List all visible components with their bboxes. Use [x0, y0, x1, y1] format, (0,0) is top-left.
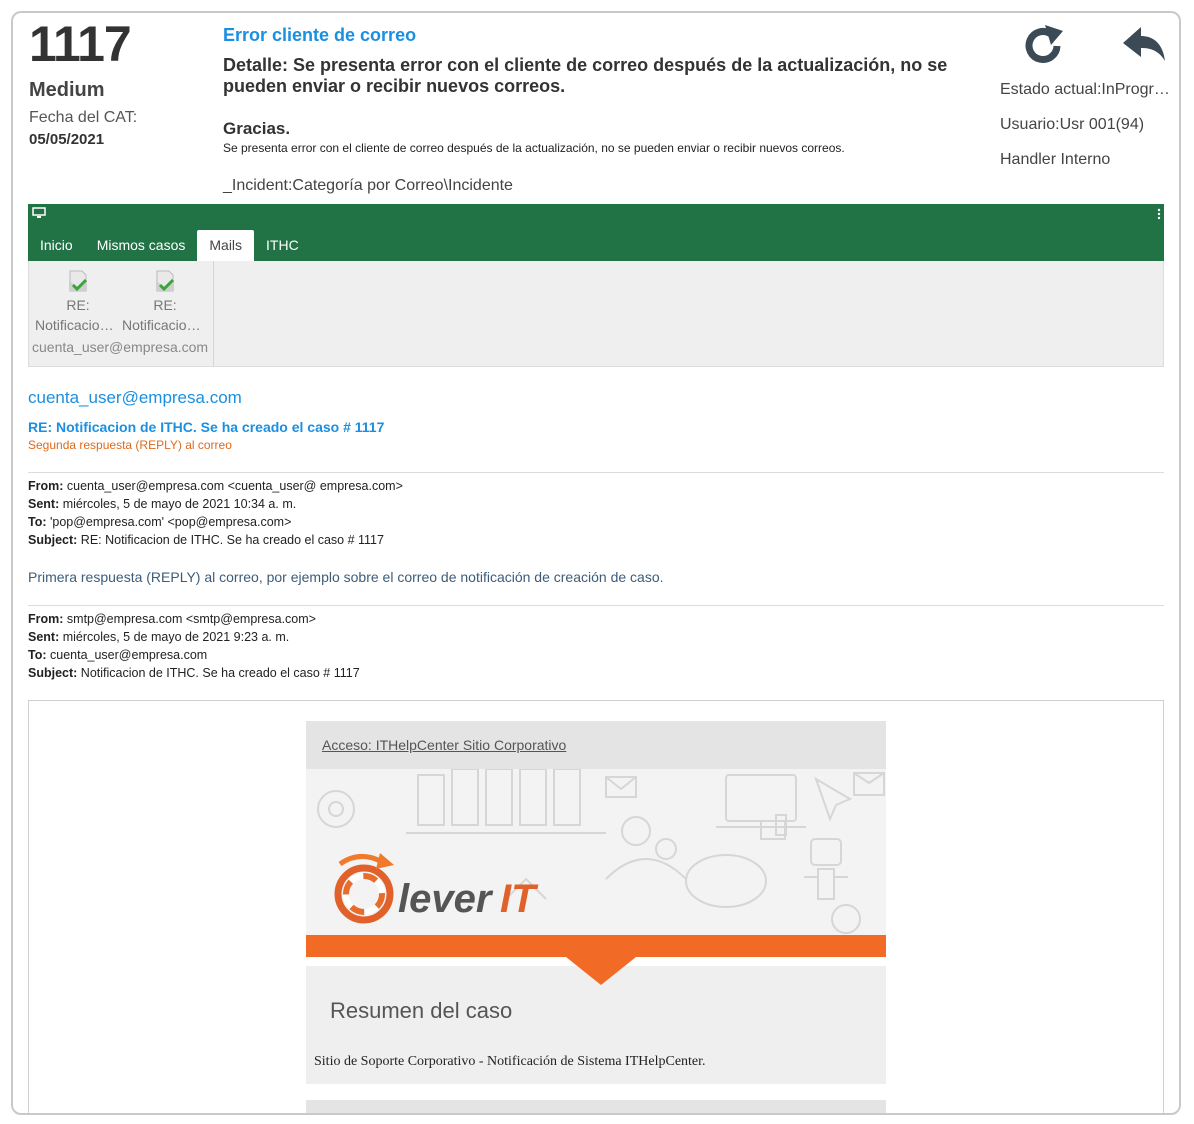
email-body-text: Primera respuesta (REPLY) al correo, por…: [28, 569, 664, 585]
mail-item-prefix: RE:: [66, 297, 90, 313]
cat-date-label: Fecha del CAT:: [29, 109, 138, 126]
cat-date-value: 05/05/2021: [29, 131, 105, 148]
lever-it-logo: lever IT: [334, 853, 539, 924]
access-link[interactable]: Acceso: ITHelpCenter Sitio Corporativo: [322, 737, 566, 753]
case-handler: Handler Interno: [1000, 151, 1111, 168]
subject-value: Notificacion de ITHC. Se ha creado el ca…: [80, 666, 360, 680]
tab-mismos-casos[interactable]: Mismos casos: [85, 230, 198, 261]
from-value: cuenta_user@empresa.com <cuenta_user@ em…: [66, 479, 403, 493]
tab-inicio[interactable]: Inicio: [28, 230, 85, 261]
mail-read-icon: [156, 270, 175, 292]
banner-illustration: lever IT: [317, 769, 885, 934]
tab-bar: Inicio Mismos casos Mails ITHC: [28, 204, 1164, 261]
reply-icon[interactable]: [1121, 23, 1167, 67]
email-headers-original: From: smtp@empresa.com <smtp@empresa.com…: [28, 610, 360, 682]
from-label: From:: [28, 612, 64, 626]
subject-label: Subject:: [28, 666, 78, 680]
to-value: cuenta_user@empresa.com: [50, 648, 208, 662]
subject-value: RE: Notificacion de ITHC. Se ha creado e…: [80, 533, 384, 547]
to-label: To:: [28, 515, 47, 529]
sent-label: Sent:: [28, 497, 60, 511]
case-title: Error cliente de correo: [223, 25, 417, 45]
mail-list-item[interactable]: RE: Notificacion de ITHC: [35, 269, 121, 335]
email-reply-note: Segunda respuesta (REPLY) al correo: [28, 438, 232, 452]
case-priority: Medium: [29, 79, 105, 101]
mail-account-group: RE: Notificacion de ITHC RE: Notificacio…: [29, 261, 214, 366]
mail-item-subject: Notificacion de ITHC: [35, 317, 121, 333]
monitor-icon[interactable]: [32, 207, 46, 219]
case-number: 1117: [29, 16, 132, 72]
email-sender: cuenta_user@empresa.com: [28, 388, 242, 407]
email-html-body: Acceso: ITHelpCenter Sitio Corporativo l…: [28, 700, 1164, 1113]
case-user: Usuario:Usr 001(94): [1000, 116, 1145, 133]
case-category: _Incident:Categoría por Correo\Incidente: [223, 177, 513, 194]
sent-value: miércoles, 5 de mayo de 2021 9:23 a. m.: [62, 630, 290, 644]
mail-list-item[interactable]: RE: Notificacion de ITHC: [122, 269, 208, 335]
to-label: To:: [28, 648, 47, 662]
tab-mails[interactable]: Mails: [197, 230, 255, 261]
case-panel: 1117 Medium Fecha del CAT: 05/05/2021 Er…: [11, 11, 1181, 1115]
case-thanks: Gracias.: [223, 119, 291, 138]
mail-account-label: cuenta_user@empresa.com: [32, 339, 209, 355]
svg-text:IT: IT: [500, 877, 539, 921]
mail-list: RE: Notificacion de ITHC RE: Notificacio…: [28, 261, 1164, 367]
from-value: smtp@empresa.com <smtp@empresa.com>: [66, 612, 316, 626]
sent-label: Sent:: [28, 630, 60, 644]
divider: [28, 605, 1164, 606]
case-detail-body: Se presenta error con el cliente de corr…: [223, 141, 845, 155]
case-detail: Detalle: Se presenta error con el client…: [223, 55, 948, 96]
subject-label: Subject:: [28, 533, 78, 547]
mail-item-subject: Notificacion de ITHC: [122, 317, 208, 333]
to-value: 'pop@empresa.com' <pop@empresa.com>: [50, 515, 292, 529]
summary-text: Sitio de Soporte Corporativo - Notificac…: [314, 1054, 706, 1069]
kebab-menu-icon[interactable]: [1157, 208, 1161, 220]
mail-item-prefix: RE:: [153, 297, 177, 313]
case-status: Estado actual:InProgress: [1000, 81, 1170, 98]
arrow-down-icon: [566, 957, 636, 985]
access-bar: Acceso: ITHelpCenter Sitio Corporativo: [306, 721, 886, 769]
refresh-icon[interactable]: [1017, 21, 1069, 69]
sent-value: miércoles, 5 de mayo de 2021 10:34 a. m.: [62, 497, 297, 511]
orange-divider: [306, 935, 886, 957]
divider: [28, 472, 1164, 473]
next-section-block: [306, 1100, 886, 1113]
mail-read-icon: [69, 270, 88, 292]
lever-it-banner: lever IT: [306, 769, 886, 935]
from-label: From:: [28, 479, 64, 493]
summary-title: Resumen del caso: [330, 998, 513, 1023]
tab-ithc[interactable]: ITHC: [254, 230, 311, 261]
email-subject: RE: Notificacion de ITHC. Se ha creado e…: [28, 419, 385, 435]
svg-text:lever: lever: [398, 877, 494, 921]
email-headers-reply: From: cuenta_user@empresa.com <cuenta_us…: [28, 477, 403, 549]
